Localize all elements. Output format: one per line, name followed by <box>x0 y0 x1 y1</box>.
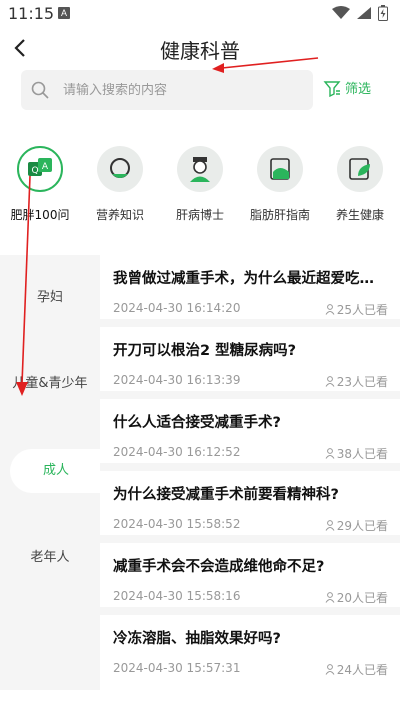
article-item[interactable]: 冷冻溶脂、抽脂效果好吗? 2024-04-30 15:57:31 24人已看 <box>100 615 400 687</box>
article-title: 冷冻溶脂、抽脂效果好吗? <box>113 631 281 647</box>
person-icon <box>325 520 335 531</box>
article-item[interactable]: 减重手术会不会造成维他命不足? 2024-04-30 15:58:16 20人已… <box>100 543 400 615</box>
person-icon <box>325 592 335 603</box>
wellness-icon <box>337 146 383 192</box>
person-icon <box>325 304 335 315</box>
article-views: 23人已看 <box>325 373 388 390</box>
article-views: 20人已看 <box>325 589 388 606</box>
sidebar-item-adult[interactable]: 成人 <box>10 449 102 493</box>
status-time: 11:15 <box>8 4 55 23</box>
article-views-text: 25人已看 <box>336 303 388 317</box>
filter-icon <box>323 80 341 97</box>
search-row: 筛选 <box>0 70 400 110</box>
nutrition-icon <box>97 146 143 192</box>
category-label: 养生健康 <box>335 208 384 222</box>
article-date: 2024-04-30 16:13:39 <box>113 373 241 387</box>
article-title: 我曾做过减重手术，为什么最近超爱吃甜食？ <box>113 271 383 287</box>
article-item[interactable]: 我曾做过减重手术，为什么最近超爱吃甜食？ 2024-04-30 16:14:20… <box>100 255 400 327</box>
article-date: 2024-04-30 15:58:52 <box>113 517 241 531</box>
article-title: 减重手术会不会造成维他命不足? <box>113 559 325 575</box>
filter-label: 筛选 <box>345 82 372 97</box>
article-date: 2024-04-30 15:57:31 <box>113 661 241 675</box>
article-item[interactable]: 开刀可以根治2 型糖尿病吗? 2024-04-30 16:13:39 23人已看 <box>100 327 400 399</box>
category-nutrition[interactable]: 营养知识 <box>80 142 160 223</box>
article-views-text: 23人已看 <box>336 375 388 389</box>
notification-icon: A <box>58 7 70 19</box>
liver-guide-icon <box>257 146 303 192</box>
category-row: AQ 肥胖100问 营养知识 肝病博士 脂肪肝指南 养生健康 <box>0 142 400 234</box>
status-icons <box>332 5 388 21</box>
obesity-icon: AQ <box>17 146 63 192</box>
wifi-icon <box>332 6 350 19</box>
article-title: 什么人适合接受减重手术? <box>113 415 281 431</box>
person-icon <box>325 448 335 459</box>
article-title: 开刀可以根治2 型糖尿病吗? <box>113 343 297 359</box>
category-label: 肝病博士 <box>175 208 224 222</box>
svg-text:Q: Q <box>31 166 38 176</box>
sidebar-item-elderly[interactable]: 老年人 <box>0 536 100 580</box>
sidebar-item-pregnant[interactable]: 孕妇 <box>0 276 100 320</box>
article-views: 29人已看 <box>325 517 388 534</box>
article-views: 24人已看 <box>325 661 388 678</box>
article-views-text: 24人已看 <box>336 663 388 677</box>
article-views: 25人已看 <box>325 301 388 318</box>
article-item[interactable]: 什么人适合接受减重手术? 2024-04-30 16:12:52 38人已看 <box>100 399 400 471</box>
article-views-text: 20人已看 <box>336 591 388 605</box>
doctor-icon <box>177 146 223 192</box>
article-date: 2024-04-30 16:12:52 <box>113 445 241 459</box>
article-views-text: 29人已看 <box>336 519 388 533</box>
search-box[interactable] <box>21 70 313 110</box>
article-title: 为什么接受减重手术前要看精神科? <box>113 487 339 503</box>
age-group-sidebar: 孕妇 儿童&青少年 成人 老年人 <box>0 255 102 690</box>
search-icon <box>31 81 49 99</box>
article-views: 38人已看 <box>325 445 388 462</box>
sidebar-item-children-teens[interactable]: 儿童&青少年 <box>0 362 100 406</box>
category-liver-doctor[interactable]: 肝病博士 <box>160 142 240 223</box>
svg-text:A: A <box>42 162 49 172</box>
page-title: 健康科普 <box>160 39 240 63</box>
article-views-text: 38人已看 <box>336 447 388 461</box>
app-header: 健康科普 <box>0 28 400 68</box>
person-icon <box>325 376 335 387</box>
category-label: 营养知识 <box>95 208 144 222</box>
battery-icon <box>378 5 388 21</box>
category-obesity-100[interactable]: AQ 肥胖100问 <box>0 142 80 223</box>
status-bar: 11:15 A <box>0 0 400 28</box>
category-label: 脂肪肝指南 <box>249 208 310 222</box>
search-input[interactable] <box>63 82 293 98</box>
article-date: 2024-04-30 15:58:16 <box>113 589 241 603</box>
article-list: 我曾做过减重手术，为什么最近超爱吃甜食？ 2024-04-30 16:14:20… <box>100 255 400 690</box>
category-fatty-liver-guide[interactable]: 脂肪肝指南 <box>240 142 320 223</box>
category-label: 肥胖100问 <box>10 208 70 222</box>
signal-icon <box>357 7 371 19</box>
filter-button[interactable]: 筛选 <box>323 78 371 97</box>
category-wellness[interactable]: 养生健康 <box>320 142 400 223</box>
person-icon <box>325 664 335 675</box>
article-date: 2024-04-30 16:14:20 <box>113 301 241 315</box>
article-item[interactable]: 为什么接受减重手术前要看精神科? 2024-04-30 15:58:52 29人… <box>100 471 400 543</box>
